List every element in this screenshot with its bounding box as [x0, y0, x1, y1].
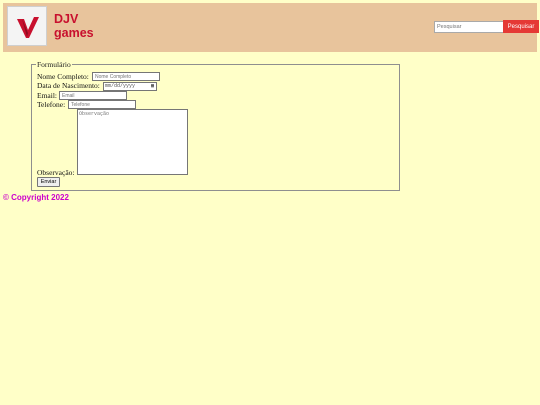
observation-textarea[interactable] — [77, 109, 188, 175]
phone-field[interactable] — [68, 100, 136, 109]
site-logo[interactable] — [7, 6, 47, 46]
phone-label: Telefone: — [37, 100, 66, 109]
full-name-field[interactable] — [92, 72, 160, 81]
site-header: DJV games Pesquisar — [3, 3, 539, 52]
form-legend: Formulário — [37, 60, 71, 69]
search-button[interactable]: Pesquisar — [503, 20, 539, 33]
email-label: Email: — [37, 91, 57, 100]
birth-date-label: Data de Nascimento: — [37, 81, 100, 90]
brand-line-2: games — [54, 26, 94, 40]
email-field[interactable] — [59, 91, 127, 100]
v-logo-icon — [17, 17, 39, 38]
name-label: Nome Completo: — [37, 72, 89, 81]
search-input[interactable] — [434, 21, 507, 33]
observation-label: Observação: — [37, 168, 75, 177]
birth-date-field[interactable]: mm/dd/yyyy ▦ — [103, 82, 157, 91]
birth-date-placeholder: mm/dd/yyyy — [105, 83, 136, 89]
brand-line-1: DJV — [54, 12, 79, 26]
calendar-icon[interactable]: ▦ — [151, 83, 154, 90]
copyright-footer: © Copyright 2022 — [3, 193, 69, 202]
brand-name: DJV games — [54, 12, 94, 40]
submit-button[interactable]: Enviar — [37, 177, 60, 187]
